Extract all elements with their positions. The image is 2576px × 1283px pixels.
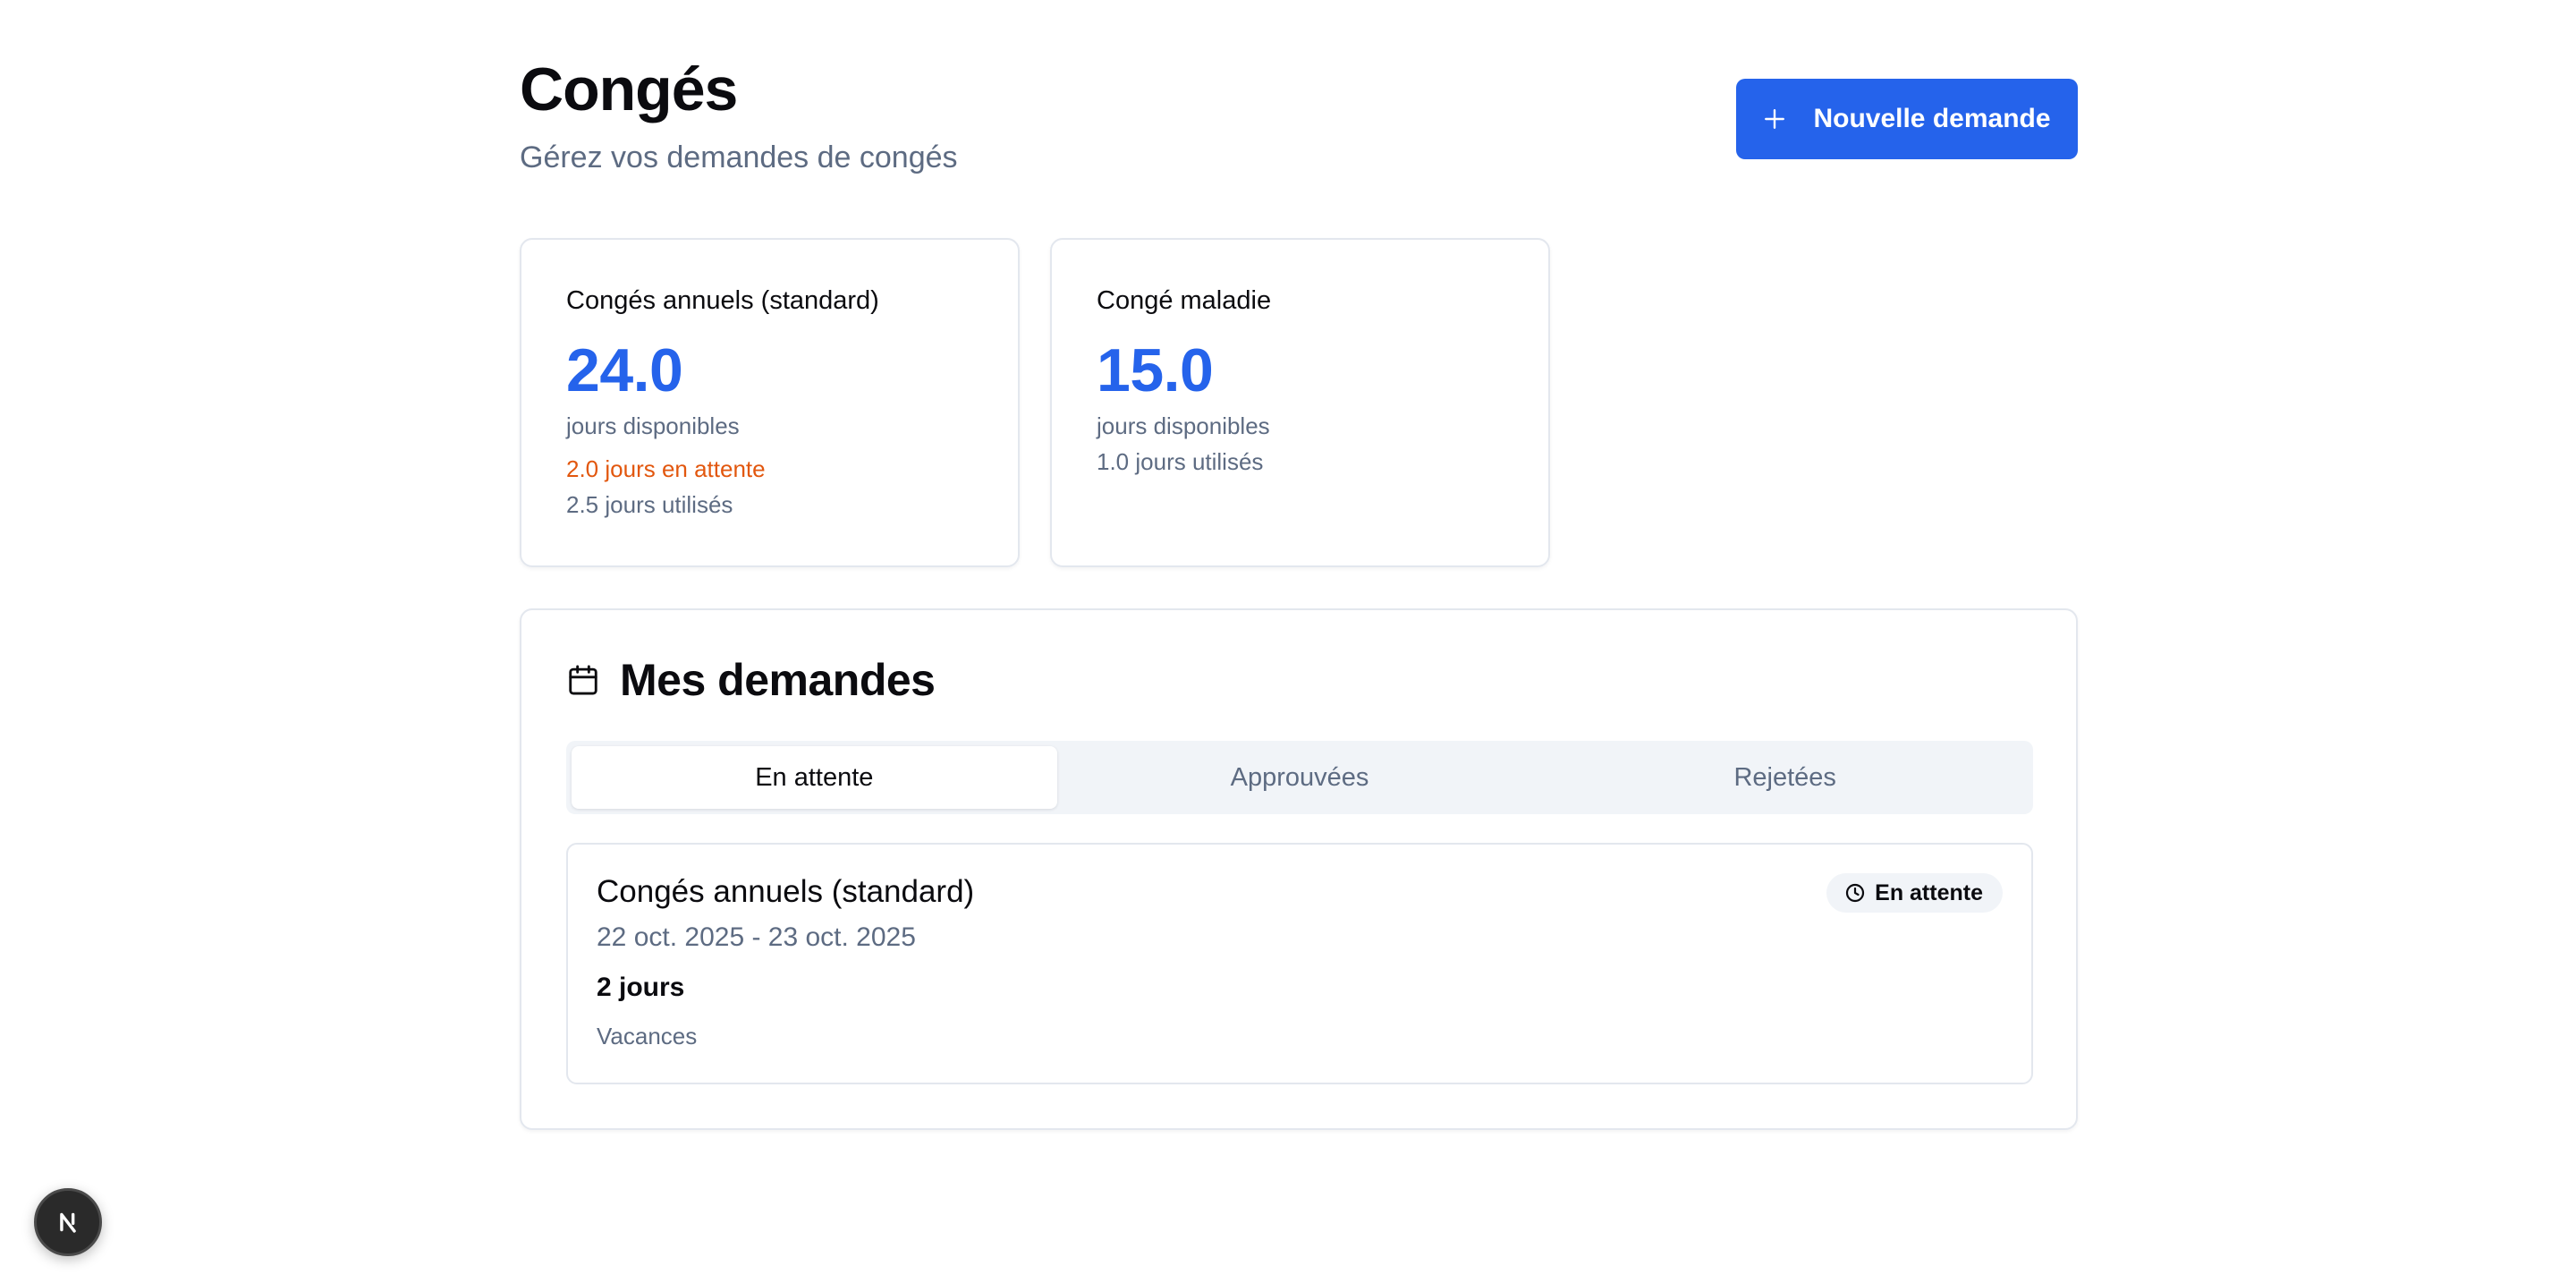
request-days: 2 jours: [597, 973, 685, 1002]
page-title: Congés: [520, 55, 738, 123]
balance-card-sick: Congé maladie 15.0 jours disponibles 1.0…: [1050, 238, 1550, 567]
balance-card-title: Congés annuels (standard): [566, 286, 879, 315]
balance-used: 2.5 jours utilisés: [566, 491, 733, 518]
new-request-label: Nouvelle demande: [1813, 104, 2051, 133]
request-list-item[interactable]: Congés annuels (standard) 22 oct. 2025 -…: [566, 843, 2033, 1084]
balance-available-label: jours disponibles: [566, 412, 740, 439]
leave-balances: Congés annuels (standard) 24.0 jours dis…: [520, 238, 1550, 567]
requests-panel: Mes demandes En attente Approuvées Rejet…: [520, 608, 2078, 1130]
request-reason: Vacances: [597, 1023, 698, 1049]
balance-available-value: 24.0: [566, 336, 683, 404]
balance-card-annual: Congés annuels (standard) 24.0 jours dis…: [520, 238, 1020, 567]
balance-used: 1.0 jours utilisés: [1097, 448, 1264, 475]
new-request-button[interactable]: Nouvelle demande: [1736, 79, 2078, 159]
nextjs-logo-icon: [60, 1212, 76, 1233]
tab-pending[interactable]: En attente: [572, 746, 1057, 809]
nextjs-dev-tools-button[interactable]: [34, 1188, 102, 1256]
tab-rejected[interactable]: Rejetées: [1542, 746, 2028, 809]
request-status-tabs: En attente Approuvées Rejetées: [566, 741, 2033, 814]
status-badge: En attente: [1826, 873, 2003, 913]
requests-header: Mes demandes: [566, 651, 936, 709]
balance-available-value: 15.0: [1097, 336, 1214, 404]
page-header: Congés Gérez vos demandes de congés Nouv…: [520, 0, 2078, 233]
clock-icon: [1846, 883, 1865, 903]
balance-pending: 2.0 jours en attente: [566, 455, 766, 482]
main-content: Congés Gérez vos demandes de congés Nouv…: [520, 0, 2078, 1130]
calendar-icon: [569, 665, 597, 695]
balance-card-title: Congé maladie: [1097, 286, 1272, 315]
page-subtitle: Gérez vos demandes de congés: [520, 140, 958, 174]
page: Congés Gérez vos demandes de congés Nouv…: [0, 0, 2576, 1283]
status-label: En attente: [1875, 879, 1983, 905]
tab-approved[interactable]: Approuvées: [1057, 746, 1543, 809]
request-dates: 22 oct. 2025 - 23 oct. 2025: [597, 922, 916, 952]
request-type: Congés annuels (standard): [597, 874, 975, 909]
balance-available-label: jours disponibles: [1097, 412, 1270, 439]
requests-title: Mes demandes: [620, 655, 936, 705]
plus-icon: [1765, 109, 1785, 129]
